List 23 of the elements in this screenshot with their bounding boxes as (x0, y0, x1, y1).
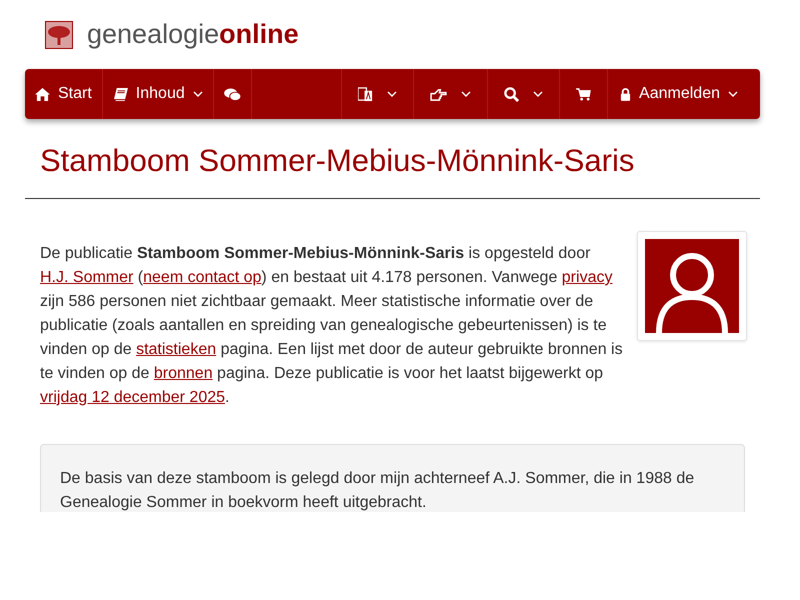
pointing-hand-icon (430, 88, 448, 100)
text-link[interactable]: vrijdag 12 december 2025 (40, 389, 226, 406)
page-title: Stamboom Sommer-Mebius-Mönnink-Saris (39, 142, 636, 180)
note-text: De basis van deze stamboom is gelegd door mijn achterneef A.J. Sommer, die in 1988 de Genealogie Sommer in boekvorm heeft uitgebracht. (60, 469, 696, 512)
text-link[interactable]: bronnen (154, 365, 213, 382)
cart-icon (576, 88, 592, 100)
text-link[interactable]: neem contact op (143, 269, 262, 286)
nav-menu-item[interactable]: Start (25, 69, 103, 119)
text-link[interactable]: privacy (562, 269, 612, 286)
tree-logo-icon[interactable] (45, 20, 73, 48)
site-logo-text[interactable]: genealogieonline (87, 19, 299, 50)
home-icon (35, 88, 50, 100)
nav-menu-item[interactable]: Aanmelden (608, 69, 760, 119)
intro-paragraph: De publicatie Stamboom Sommer-Mebius-Mönnink-Saris is opgesteld door H.J. Sommer (neem contact op) en bestaat uit 4.178 personen. Vanwege privacy zijn 586 personen niet zichtbaar gemaakt. Meer statistische informatie over de publicatie (zoals aantallen en spreiding van genealogische gebeurtenissen) is te vinden op de statistieken pagina. Een lijst met door de auteur gebruikte bronnen is te vinden op de bronnen pagina. Deze publicatie is voor het laatst bijgewerkt op vrijdag 12 december 2025. (40, 244, 624, 408)
search-icon (504, 86, 520, 102)
person-avatar-icon (645, 239, 739, 333)
lock-icon (620, 88, 632, 100)
book-icon (112, 88, 128, 100)
nav-menu-item[interactable]: Inhoud (102, 69, 214, 119)
translate-icon (358, 86, 374, 102)
text-link[interactable]: statistieken (136, 341, 216, 358)
chat-bubbles-icon (224, 88, 241, 100)
text-link[interactable]: H.J. Sommer (40, 269, 134, 286)
